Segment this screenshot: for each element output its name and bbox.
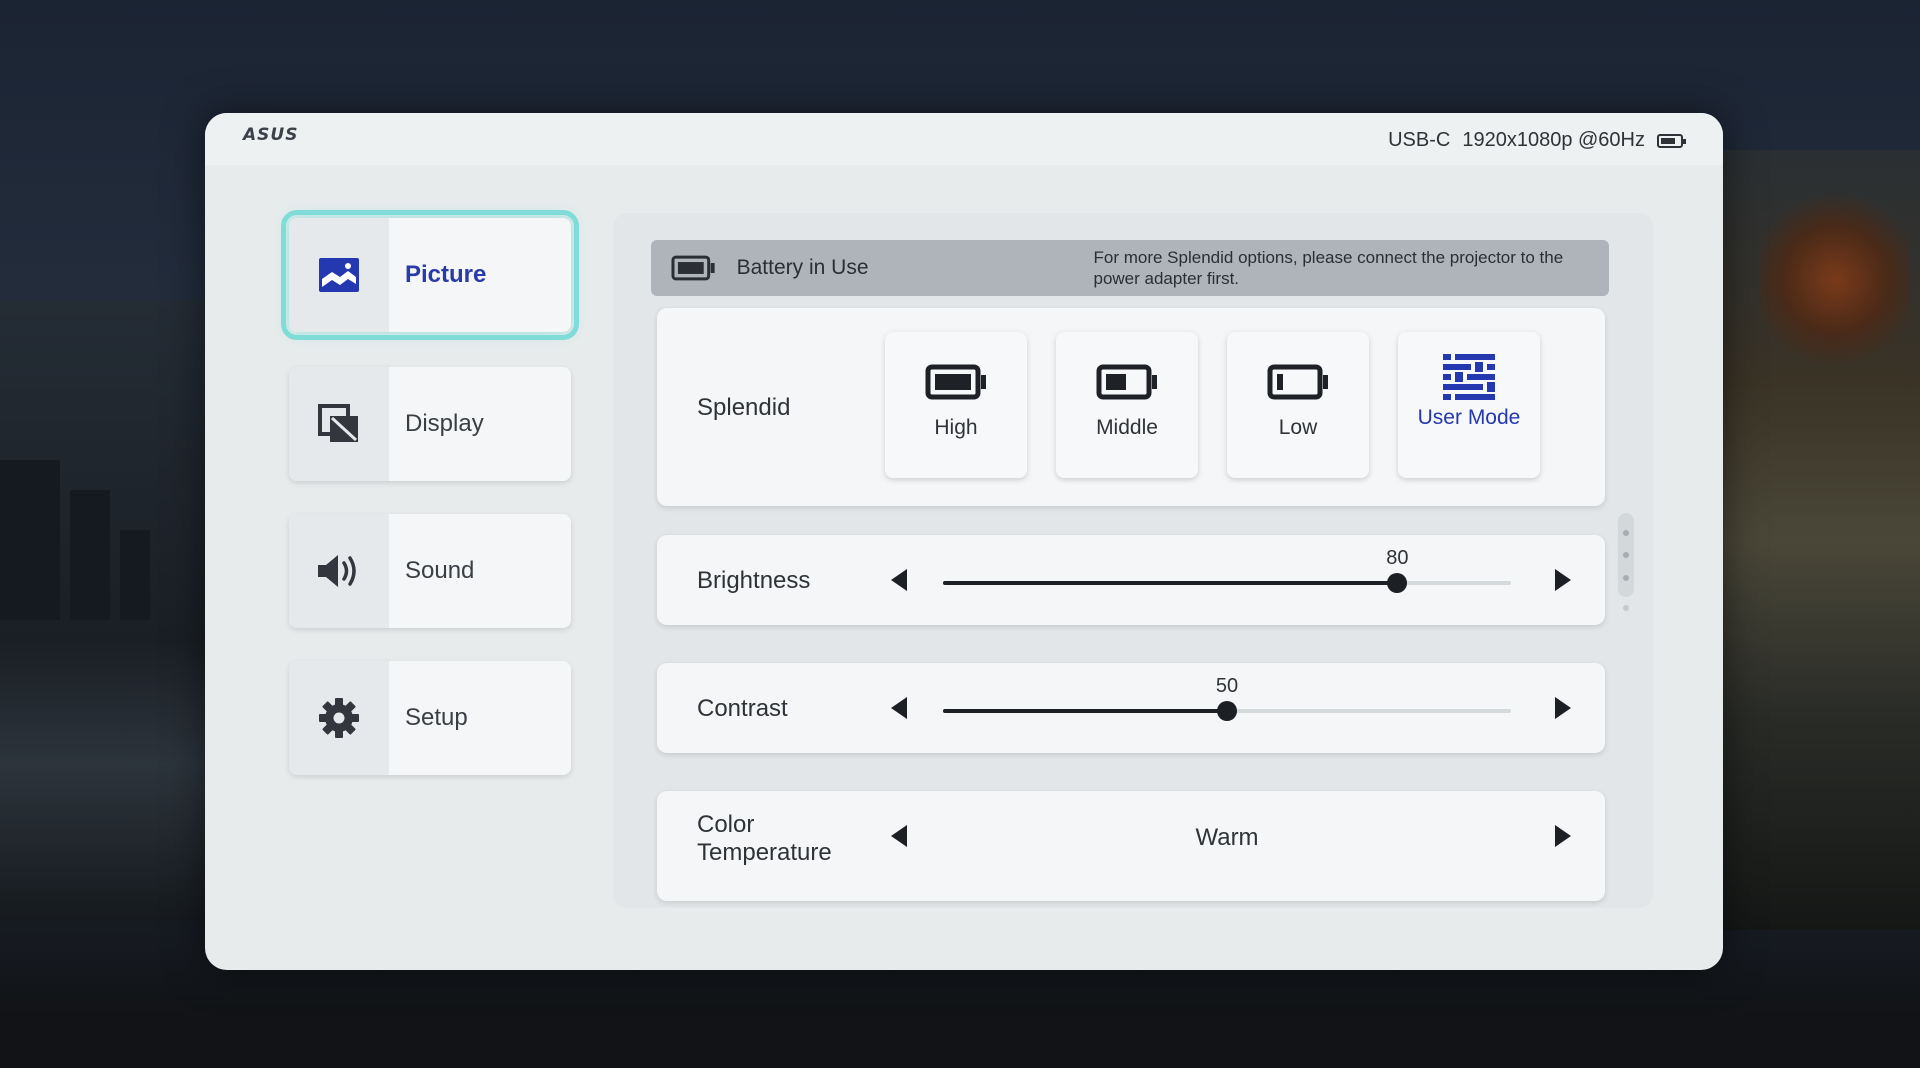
contrast-decrease-arrow[interactable]	[891, 697, 907, 719]
display-icon	[318, 404, 358, 442]
notice-text: For more Splendid options, please connec…	[1093, 248, 1564, 288]
contrast-increase-arrow[interactable]	[1555, 697, 1571, 719]
menu-item-label: Setup	[405, 704, 468, 731]
menu-item-label: Display	[405, 410, 484, 437]
menu-item-label: Picture	[405, 261, 487, 288]
splendid-mode-high[interactable]: High	[885, 332, 1027, 478]
top-bar: ASUS USB-C 1920x1080p @60Hz	[205, 113, 1723, 165]
brightness-card: Brightness 80	[657, 535, 1605, 625]
input-status: USB-C 1920x1080p @60Hz	[1388, 129, 1686, 152]
battery-low-icon	[1267, 364, 1328, 400]
splendid-label: Splendid	[697, 394, 791, 421]
menu-item-sound[interactable]: Sound	[289, 514, 571, 628]
picture-settings-panel: Battery in Use For more Splendid options…	[613, 213, 1653, 908]
speaker-icon	[318, 555, 356, 587]
scroll-indicator[interactable]	[1618, 513, 1634, 597]
battery-icon	[1657, 133, 1686, 148]
brightness-decrease-arrow[interactable]	[891, 569, 907, 591]
contrast-label: Contrast	[697, 695, 788, 722]
brightness-value: 80	[1386, 547, 1409, 569]
menu-item-label: Sound	[405, 557, 475, 584]
contrast-card: Contrast 50	[657, 663, 1605, 753]
menu-item-picture[interactable]: Picture	[281, 210, 579, 340]
splendid-mode-middle[interactable]: Middle	[1056, 332, 1198, 478]
battery-notice: Battery in Use For more Splendid options…	[651, 240, 1609, 296]
input-source: USB-C	[1388, 129, 1451, 151]
color-temperature-value[interactable]: Warm	[943, 824, 1511, 852]
user-mode-icon	[1443, 354, 1495, 400]
notice-title: Battery in Use	[736, 256, 869, 279]
brightness-label: Brightness	[697, 567, 811, 594]
color-temperature-previous-arrow[interactable]	[891, 825, 907, 847]
brightness-increase-arrow[interactable]	[1555, 569, 1571, 591]
brightness-slider[interactable]: 80	[943, 547, 1511, 593]
brightness-slider-thumb[interactable]	[1387, 573, 1408, 593]
color-temperature-label: Color Temperature	[697, 811, 832, 866]
battery-high-icon	[925, 364, 986, 400]
battery-middle-icon	[1096, 364, 1157, 400]
splendid-card: Splendid High Middle Low User Mode	[657, 308, 1605, 506]
color-temperature-next-arrow[interactable]	[1555, 825, 1571, 847]
color-temperature-card: Color Temperature Warm	[657, 791, 1605, 901]
brand-logo: ASUS	[243, 125, 299, 145]
gear-icon	[319, 698, 359, 738]
splendid-mode-low[interactable]: Low	[1227, 332, 1369, 478]
contrast-slider[interactable]: 50	[943, 675, 1511, 721]
contrast-slider-thumb[interactable]	[1217, 701, 1237, 721]
scroll-dot	[1623, 605, 1629, 611]
background-trees	[1720, 150, 1920, 930]
contrast-value: 50	[1215, 675, 1239, 697]
battery-icon	[671, 255, 715, 281]
picture-icon	[319, 258, 359, 292]
background-city-silhouette	[0, 300, 210, 920]
menu-item-setup[interactable]: Setup	[289, 661, 571, 775]
splendid-mode-user[interactable]: User Mode	[1398, 332, 1540, 478]
osd-window: ASUS USB-C 1920x1080p @60Hz Picture Disp…	[205, 113, 1723, 970]
input-resolution: 1920x1080p @60Hz	[1462, 129, 1645, 151]
menu-item-display[interactable]: Display	[289, 367, 571, 481]
